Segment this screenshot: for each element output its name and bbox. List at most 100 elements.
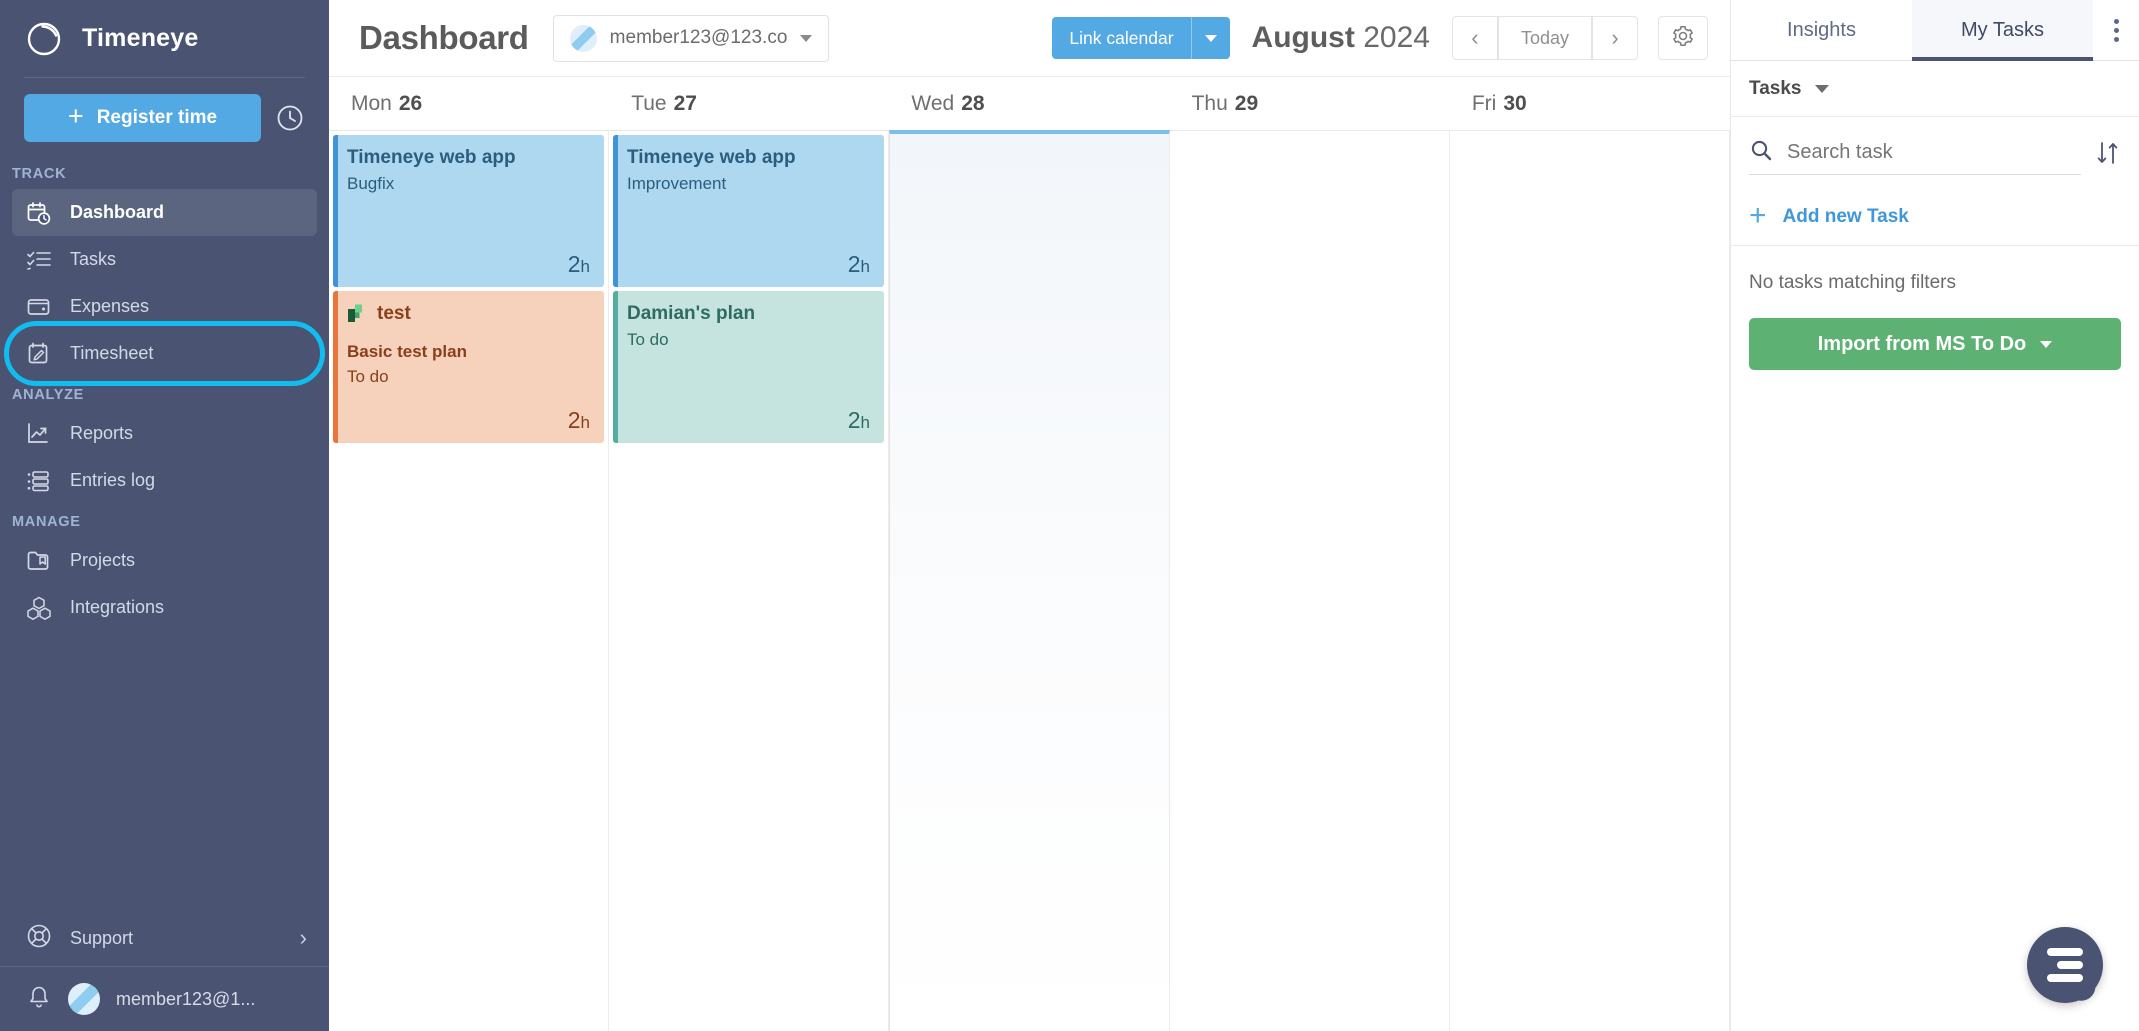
section-label-manage: MANAGE	[12, 514, 81, 530]
day-column-wed[interactable]	[889, 130, 1170, 1031]
link-calendar-dropdown[interactable]	[1192, 17, 1230, 59]
day-name: Mon	[351, 91, 392, 115]
search-input[interactable]	[1787, 141, 2081, 164]
day-name: Thu	[1191, 91, 1228, 115]
day-name: Tue	[631, 91, 667, 115]
event-color-bar	[613, 291, 618, 443]
event-duration: 2h	[848, 251, 870, 278]
search-field-wrapper	[1749, 131, 2081, 175]
support-label: Support	[70, 927, 134, 948]
calendar-event[interactable]: Damian's plan To do 2h	[613, 291, 884, 443]
event-duration-value: 2	[847, 251, 861, 277]
event-subtitle: Basic test plan	[347, 341, 467, 361]
sidebar-item-integrations[interactable]: Integrations	[12, 584, 317, 631]
register-time-label: Register time	[96, 107, 218, 128]
day-header: Thu 29	[1170, 77, 1450, 130]
calendar-event[interactable]: Timeneye web app Bugfix 2h	[333, 135, 604, 287]
bell-icon[interactable]	[26, 984, 52, 1015]
prev-week-button[interactable]: ‹	[1451, 16, 1498, 60]
wallet-icon	[26, 294, 52, 320]
month-label: August	[1251, 21, 1355, 54]
cubes-icon	[26, 595, 52, 621]
year-label: 2024	[1363, 21, 1430, 54]
sidebar-item-timesheet[interactable]: Timesheet	[4, 321, 325, 386]
sidebar-item-reports[interactable]: Reports	[12, 410, 317, 457]
sidebar-item-label: Projects	[70, 550, 136, 570]
event-color-bar	[333, 291, 338, 443]
day-header: Fri 30	[1450, 77, 1730, 130]
event-title: Timeneye web app	[627, 147, 796, 168]
ms-planner-icon	[347, 303, 368, 324]
sidebar-item-label: Expenses	[70, 296, 150, 316]
day-column-tue[interactable]: Timeneye web app Improvement 2h Damian's…	[609, 131, 889, 1031]
calendar-event[interactable]: test Basic test plan To do 2h	[333, 291, 604, 443]
month-year-label: August 2024	[1252, 21, 1430, 55]
sidebar-item-entries-log[interactable]: Entries log	[12, 457, 317, 504]
next-week-button[interactable]: ›	[1592, 16, 1638, 60]
event-duration: 2h	[568, 407, 590, 434]
lifebuoy-icon	[26, 923, 52, 954]
sort-icon[interactable]	[2095, 140, 2121, 166]
tab-my-tasks[interactable]: My Tasks	[1912, 0, 2093, 61]
today-button[interactable]: Today	[1497, 16, 1592, 60]
import-ms-todo-button[interactable]: Import from MS To Do	[1749, 318, 2121, 370]
task-search-row	[1731, 117, 2139, 189]
settings-button[interactable]	[1658, 16, 1708, 60]
tasks-filter-label: Tasks	[1749, 77, 1802, 99]
sidebar-item-label: Tasks	[70, 249, 117, 269]
register-time-button[interactable]: + Register time	[24, 94, 261, 142]
event-color-bar	[333, 135, 338, 287]
main-content: Dashboard member123@123.co Link calendar…	[329, 0, 1730, 1031]
day-name: Fri	[1471, 91, 1497, 115]
event-subtitle: Bugfix	[347, 173, 395, 193]
chat-support-button[interactable]	[2027, 927, 2103, 1003]
add-new-task-label: Add new Task	[1782, 206, 1909, 227]
sidebar-item-expenses[interactable]: Expenses	[12, 283, 317, 330]
day-number: 30	[1503, 91, 1527, 115]
sidebar-item-projects[interactable]: Projects	[12, 537, 317, 584]
clock-icon[interactable]	[275, 103, 305, 133]
sidebar-item-support[interactable]: Support ›	[0, 910, 329, 966]
plus-icon: +	[67, 101, 84, 131]
day-header: Tue 27	[609, 77, 889, 130]
calendar-event[interactable]: Timeneye web app Improvement 2h	[613, 135, 884, 287]
chat-bubble-icon	[2047, 948, 2083, 982]
day-column-mon[interactable]: Timeneye web app Bugfix 2h test Basic te…	[329, 131, 609, 1031]
right-panel-tabs: Insights My Tasks	[1731, 0, 2139, 61]
tasks-filter-dropdown[interactable]: Tasks	[1731, 61, 2139, 117]
empty-state-message: No tasks matching filters	[1749, 272, 1956, 293]
avatar	[569, 24, 597, 52]
link-calendar-button[interactable]: Link calendar	[1052, 17, 1230, 59]
event-duration-unit: h	[860, 257, 870, 276]
day-column-fri[interactable]	[1450, 131, 1730, 1031]
member-select[interactable]: member123@123.co	[552, 14, 830, 62]
event-duration-unit: h	[580, 413, 590, 432]
right-panel: Insights My Tasks Tasks Search task + Ad…	[1730, 0, 2139, 1031]
sidebar-item-tasks[interactable]: Tasks	[12, 236, 317, 283]
event-title: test	[377, 303, 411, 324]
event-header-row: test	[347, 302, 590, 326]
day-column-thu[interactable]	[1170, 131, 1450, 1031]
folder-bookmark-icon	[26, 548, 52, 574]
sidebar: Timeneye + Register time TRACK Dashboard…	[0, 0, 329, 1031]
sidebar-user-row[interactable]: member123@1...	[0, 967, 329, 1031]
chevron-down-icon	[1815, 84, 1830, 93]
right-panel-more-button[interactable]	[2093, 0, 2139, 60]
sidebar-item-label: Timesheet	[70, 343, 154, 363]
event-duration-value: 2	[567, 407, 581, 433]
search-icon	[1749, 138, 1773, 167]
chevron-down-icon	[800, 34, 813, 42]
event-title: Timeneye web app	[347, 147, 516, 168]
timeneye-logo-icon	[24, 19, 64, 59]
app-root: Timeneye + Register time TRACK Dashboard…	[0, 0, 2139, 1031]
brand: Timeneye	[0, 0, 329, 77]
tab-insights[interactable]: Insights	[1731, 0, 1912, 60]
day-header: Wed 28	[889, 77, 1169, 130]
event-duration: 2h	[568, 251, 590, 278]
event-duration-unit: h	[580, 257, 590, 276]
add-new-task-button[interactable]: + Add new Task	[1731, 189, 2139, 246]
sidebar-item-dashboard[interactable]: Dashboard	[12, 189, 317, 236]
event-subtitle: To do	[627, 329, 669, 349]
gear-icon	[1671, 24, 1695, 53]
